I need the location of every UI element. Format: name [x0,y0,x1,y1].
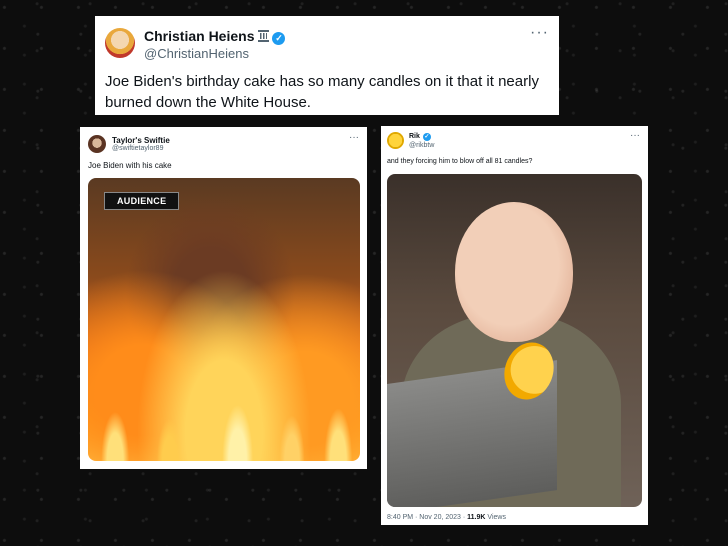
tweet-text: Joe Biden's birthday cake has so many ca… [105,73,539,111]
author-name-row[interactable]: Rik ✓ [409,133,431,141]
avatar[interactable] [387,132,404,149]
timestamp[interactable]: 8:40 PM · Nov 20, 2023 · [387,514,467,521]
views-count[interactable]: 11.9K [467,514,485,521]
tweet-card-christian-heiens[interactable]: Christian Heiens ✓ @ChristianHeiens ··· J… [95,16,559,115]
views-label: Views [485,514,506,521]
author-name[interactable]: Taylor's Swiftie [112,136,170,145]
avatar[interactable] [88,135,106,153]
author-handle[interactable]: @ChristianHeiens [144,46,249,61]
baby-head-shape [455,202,573,342]
tweet-card-rik[interactable]: Rik ✓ @rikbtw ··· and they forcing him to… [381,126,648,525]
more-options-icon[interactable]: ··· [630,130,640,141]
flames-overlay [88,301,360,461]
avatar[interactable] [105,28,135,58]
government-badge-icon [258,30,270,42]
author-name[interactable]: Rik [409,133,420,140]
more-options-icon[interactable]: ··· [530,24,549,42]
tweet-media-image[interactable] [387,174,642,507]
verified-badge-icon: ✓ [272,32,286,45]
tweet-text: and they forcing him to blow off all 81 … [387,158,533,165]
author-handle[interactable]: @swiftietaylor89 [112,145,163,152]
author-name[interactable]: Christian Heiens [144,28,254,44]
tweet-meta: 8:40 PM · Nov 20, 2023 · 11.9K Views [387,514,506,521]
more-options-icon[interactable]: ··· [349,132,359,143]
tweet-card-taylors-swiftie[interactable]: Taylor's Swiftie @swiftietaylor89 ··· Jo… [80,127,367,469]
audience-tag: AUDIENCE [104,192,180,210]
author-name-row[interactable]: Christian Heiens ✓ [144,28,286,45]
verified-badge-icon: ✓ [422,133,431,141]
tweet-text: Joe Biden with his cake [88,161,172,170]
author-handle[interactable]: @rikbtw [409,142,434,149]
tweet-media-image[interactable]: AUDIENCE [88,178,360,461]
